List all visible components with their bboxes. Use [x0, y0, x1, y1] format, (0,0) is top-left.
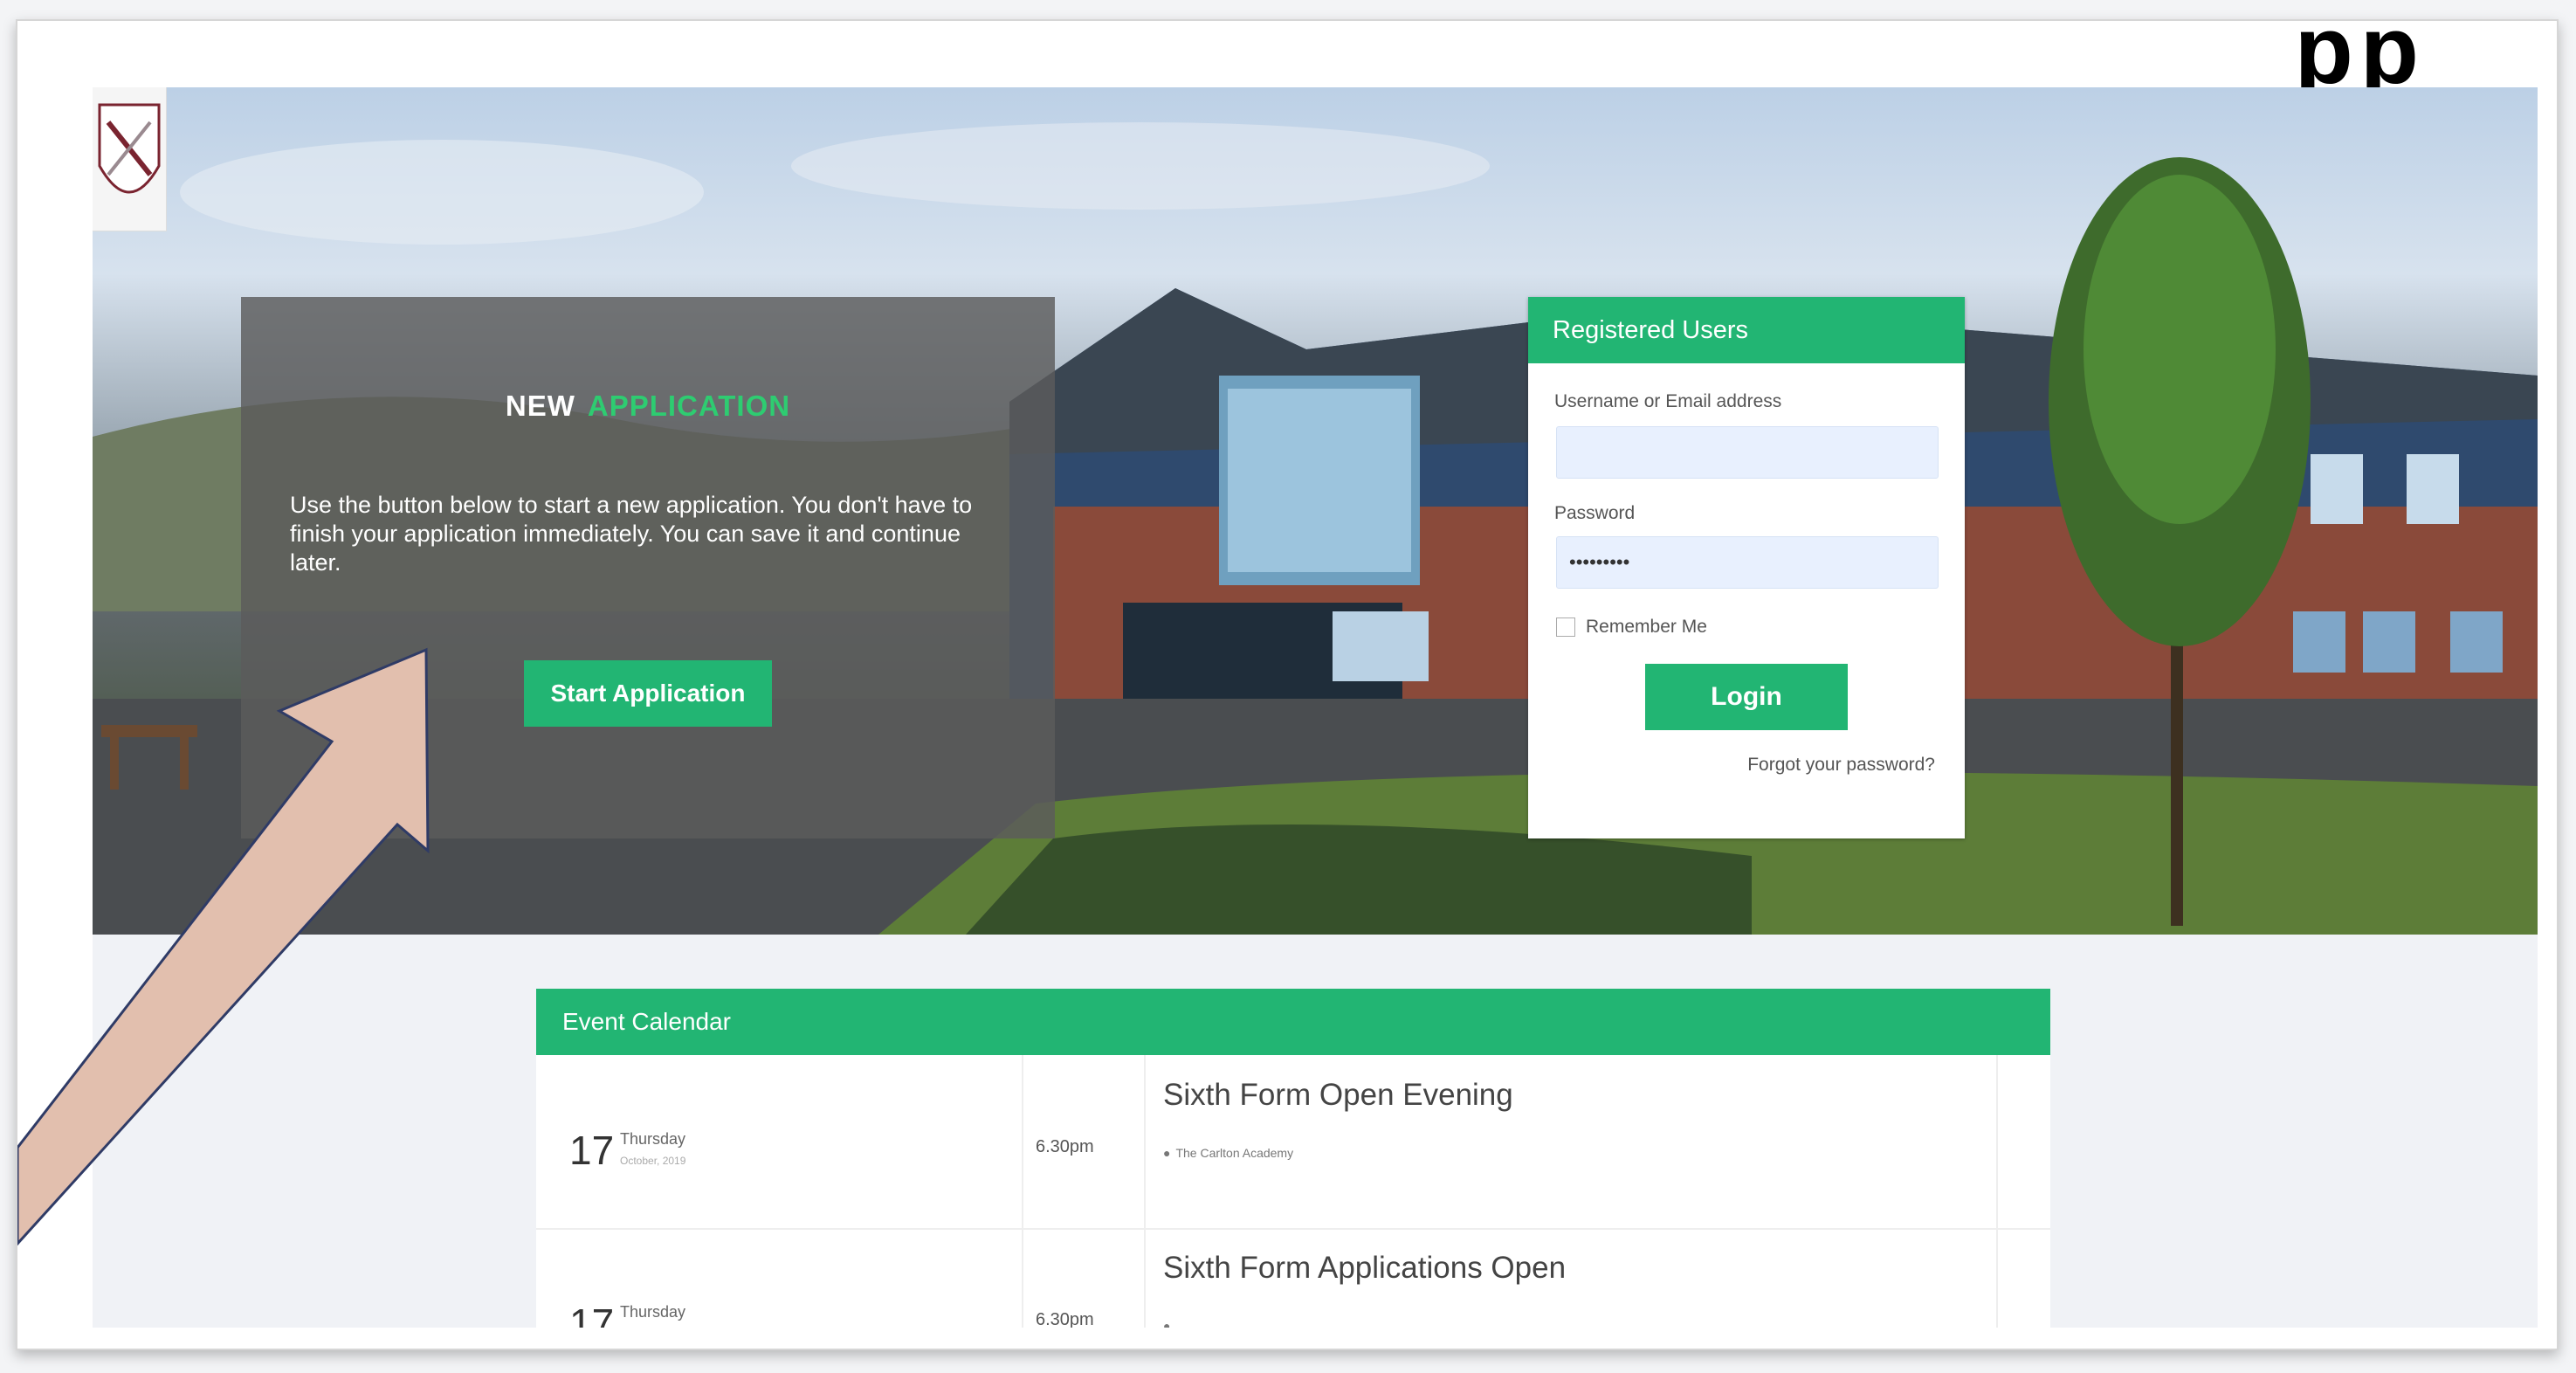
screenshot-frame: pp NEW APPLICATION Use the button below …: [16, 0, 2559, 1350]
annotation-arrow: [17, 647, 430, 1246]
